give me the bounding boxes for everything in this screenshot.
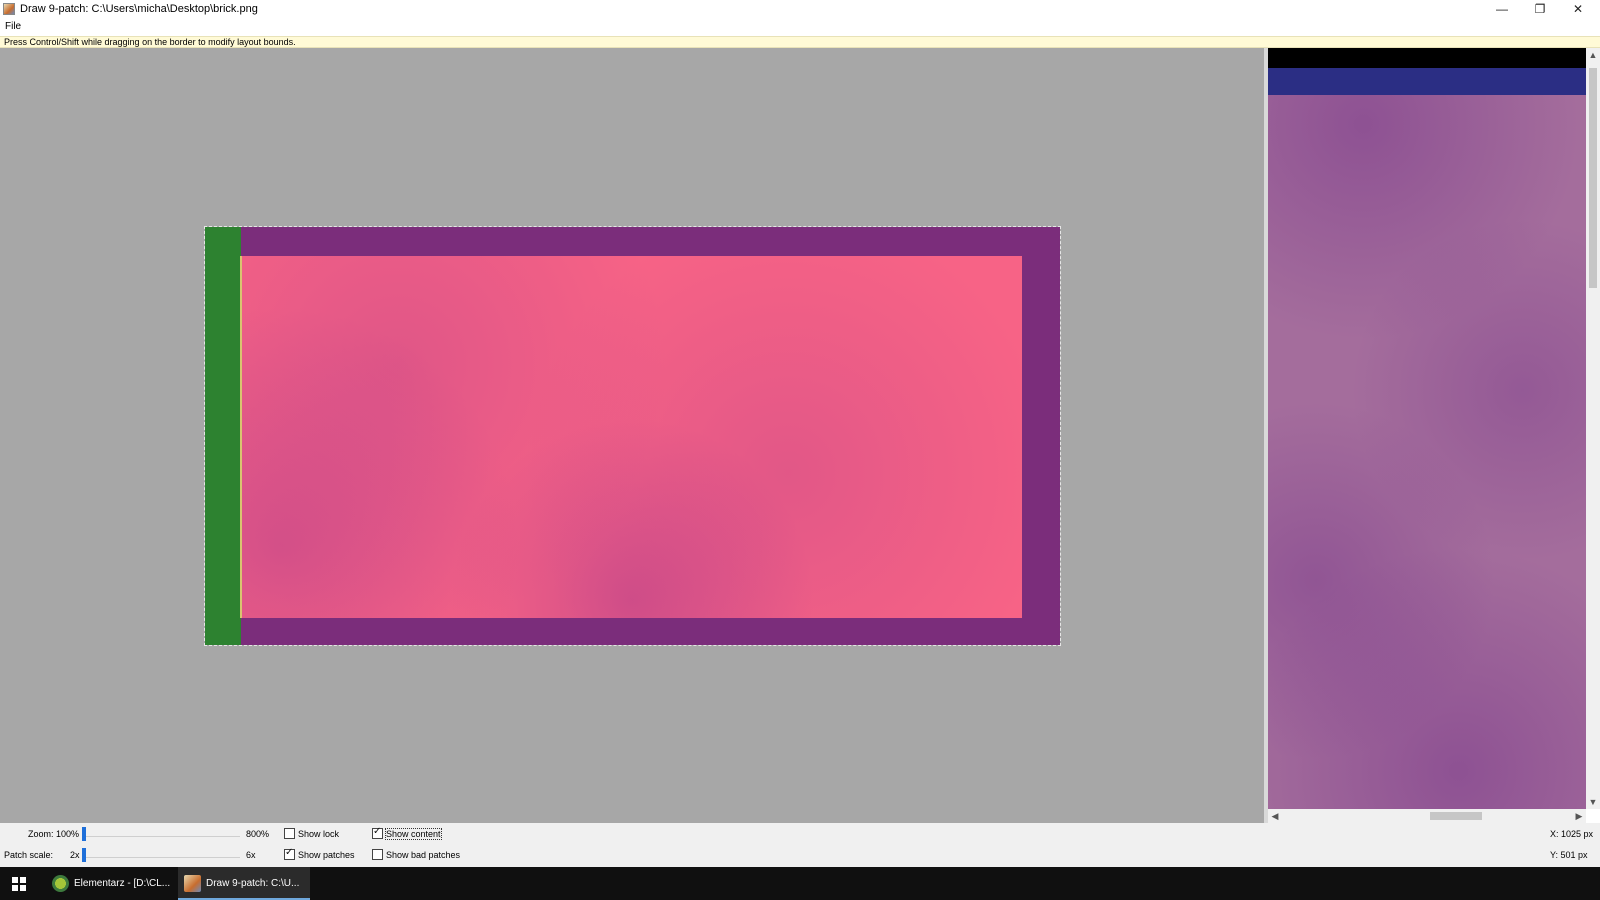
android-studio-icon — [52, 875, 69, 892]
title-bar: Draw 9-patch: C:\Users\micha\Desktop\bri… — [0, 0, 1600, 18]
cursor-y-readout: Y: 501 px — [1550, 850, 1588, 860]
preview-blue-strip — [1268, 68, 1586, 95]
stretch-region-left[interactable] — [205, 227, 241, 645]
controls-panel: Zoom: 100% 800% Patch scale: 2x 6x Show … — [0, 823, 1600, 867]
show-content-label[interactable]: Show content — [385, 828, 442, 840]
preview-vertical-scrollbar[interactable]: ▲ ▼ — [1586, 48, 1600, 809]
app-icon — [3, 3, 15, 15]
taskbar-item-label: Elementarz - [D:\CL... — [74, 878, 171, 889]
show-lock-label[interactable]: Show lock — [298, 829, 339, 839]
show-bad-patches-checkbox[interactable] — [372, 849, 383, 860]
show-patches-label[interactable]: Show patches — [298, 850, 355, 860]
patch-scale-slider[interactable] — [84, 857, 240, 858]
nine-patch-image[interactable] — [204, 226, 1061, 646]
java-icon — [184, 875, 201, 892]
scroll-right-icon[interactable]: ▶ — [1572, 809, 1586, 823]
scroll-up-icon[interactable]: ▲ — [1586, 48, 1600, 62]
zoom-value: 100% — [56, 829, 80, 839]
patch-scale-label: Patch scale: — [4, 850, 54, 860]
hint-text: Press Control/Shift while dragging on th… — [4, 37, 296, 47]
zoom-slider-thumb[interactable] — [82, 827, 86, 841]
restore-button[interactable]: ❐ — [1522, 0, 1558, 18]
menu-bar: File — [0, 19, 1600, 36]
taskbar-item-draw9patch[interactable]: Draw 9-patch: C:\U... — [178, 867, 310, 900]
patch-scale-value: 2x — [70, 850, 80, 860]
show-lock-checkbox[interactable] — [284, 828, 295, 839]
close-button[interactable]: ✕ — [1560, 0, 1596, 18]
horizontal-scroll-thumb[interactable] — [1430, 812, 1482, 820]
minimize-icon: — — [1496, 2, 1508, 16]
restore-icon: ❐ — [1534, 2, 1546, 16]
zoom-label: Zoom: — [28, 829, 54, 839]
windows-start-icon[interactable] — [12, 877, 26, 891]
preview-top-strip — [1268, 48, 1586, 68]
show-content-checkbox[interactable] — [372, 826, 383, 839]
preview-pane — [1268, 48, 1586, 809]
patch-scale-max: 6x — [246, 850, 256, 860]
menu-file[interactable]: File — [5, 21, 21, 32]
preview-horizontal-scrollbar[interactable]: ◀ ▶ — [1268, 809, 1586, 823]
zoom-slider[interactable] — [84, 836, 240, 837]
scroll-down-icon[interactable]: ▼ — [1586, 795, 1600, 809]
taskbar-item-android-studio[interactable]: Elementarz - [D:\CL... — [46, 867, 174, 900]
hint-bar: Press Control/Shift while dragging on th… — [0, 36, 1600, 48]
taskbar-item-label: Draw 9-patch: C:\U... — [206, 878, 300, 889]
taskbar: Elementarz - [D:\CL... Draw 9-patch: C:\… — [0, 867, 1600, 900]
content-area[interactable] — [240, 256, 1022, 618]
cursor-x-readout: X: 1025 px — [1550, 829, 1594, 839]
minimize-button[interactable]: — — [1484, 0, 1520, 18]
zoom-max: 800% — [246, 829, 270, 839]
vertical-scroll-thumb[interactable] — [1589, 68, 1597, 288]
patch-scale-slider-thumb[interactable] — [82, 848, 86, 862]
show-patches-checkbox[interactable] — [284, 847, 295, 860]
window-title: Draw 9-patch: C:\Users\micha\Desktop\bri… — [20, 3, 258, 15]
scroll-left-icon[interactable]: ◀ — [1268, 809, 1282, 823]
show-bad-patches-label[interactable]: Show bad patches — [386, 850, 460, 860]
close-icon: ✕ — [1572, 2, 1584, 16]
